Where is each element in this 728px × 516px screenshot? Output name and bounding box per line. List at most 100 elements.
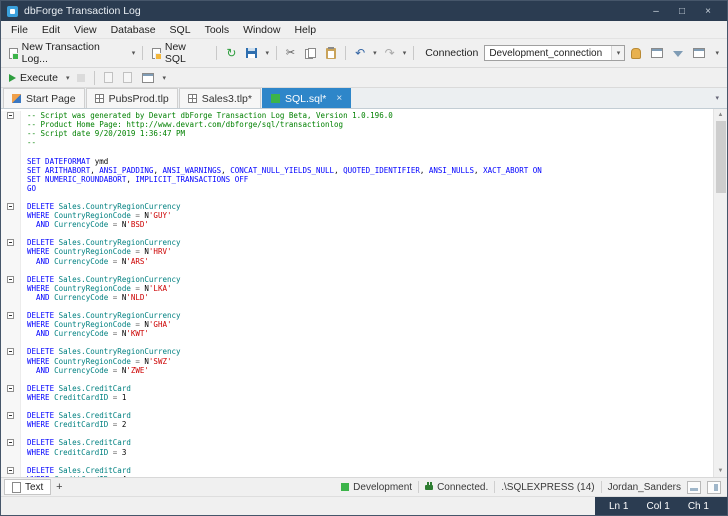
code-line[interactable]: WHERE CountryRegionCode = N'GHA' (1, 320, 713, 329)
fold-marker[interactable] (1, 466, 21, 475)
code-line[interactable]: DELETE Sales.CreditCard (1, 466, 713, 475)
menu-help[interactable]: Help (287, 22, 323, 38)
refresh-button[interactable]: ↻ (222, 45, 240, 61)
code-line[interactable]: WHERE CountryRegionCode = N'GUY' (1, 211, 713, 220)
tab-pubsprod-tlp[interactable]: PubsProd.tlp (86, 88, 178, 108)
status-server[interactable]: .\SQLEXPRESS (14) (501, 482, 594, 493)
code-line[interactable]: AND CurrencyCode = N'KWT' (1, 329, 713, 338)
code-line[interactable]: DELETE Sales.CreditCard (1, 438, 713, 447)
tab-sales3-tlp[interactable]: Sales3.tlp* (179, 88, 261, 108)
fold-marker[interactable] (1, 275, 21, 284)
menu-view[interactable]: View (67, 22, 104, 38)
code-line[interactable]: WHERE CreditCardID = 1 (1, 393, 713, 402)
filter-button[interactable] (669, 47, 687, 59)
fold-marker[interactable] (1, 347, 21, 356)
status-connection[interactable]: Development (341, 482, 412, 493)
code-line[interactable]: -- Script was generated by Devart dbForg… (1, 111, 713, 120)
connection-combobox-arrow-icon[interactable]: ▾ (611, 46, 624, 60)
collapse-icon[interactable] (7, 467, 14, 474)
new-transaction-log-button[interactable]: New Transaction Log... (5, 39, 128, 67)
code-line[interactable]: DELETE Sales.CountryRegionCurrency (1, 275, 713, 284)
fold-marker[interactable] (1, 411, 21, 420)
code-line[interactable] (1, 302, 713, 311)
new-sql-button[interactable]: New SQL (148, 39, 211, 67)
menu-file[interactable]: File (4, 22, 35, 38)
code-line[interactable]: WHERE CountryRegionCode = N'SWZ' (1, 357, 713, 366)
code-line[interactable]: SET NUMERIC_ROUNDABORT, IMPLICIT_TRANSAC… (1, 175, 713, 184)
stop-button[interactable] (73, 72, 89, 84)
collapse-icon[interactable] (7, 312, 14, 319)
code-line[interactable] (1, 229, 713, 238)
collapse-icon[interactable] (7, 439, 14, 446)
fold-marker[interactable] (1, 238, 21, 247)
code-line[interactable]: WHERE CreditCardID = 2 (1, 420, 713, 429)
query-options-button[interactable] (138, 71, 158, 85)
code-line[interactable]: DELETE Sales.CreditCard (1, 384, 713, 393)
code-line[interactable]: WHERE CountryRegionCode = N'LKA' (1, 284, 713, 293)
menu-tools[interactable]: Tools (198, 22, 237, 38)
scroll-down-icon[interactable]: ▼ (718, 466, 724, 476)
code-line[interactable]: AND CurrencyCode = N'BSD' (1, 220, 713, 229)
code-line[interactable]: DELETE Sales.CountryRegionCurrency (1, 238, 713, 247)
collapse-icon[interactable] (7, 112, 14, 119)
code-line[interactable] (1, 457, 713, 466)
copy-button[interactable] (301, 46, 320, 61)
close-button[interactable]: × (695, 1, 721, 21)
minimize-button[interactable]: – (643, 1, 669, 21)
code-line[interactable] (1, 266, 713, 275)
code-line[interactable]: AND CurrencyCode = N'ARS' (1, 257, 713, 266)
code-line[interactable]: AND CurrencyCode = N'ZWE' (1, 366, 713, 375)
new-transaction-log-dropdown[interactable]: ▾ (130, 47, 138, 59)
menu-sql[interactable]: SQL (163, 22, 198, 38)
save-dropdown[interactable]: ▾ (263, 47, 271, 59)
query-options-dropdown[interactable]: ▾ (160, 72, 168, 84)
code-line[interactable]: -- Script date 9/20/2019 1:36:47 PM (1, 129, 713, 138)
save-button[interactable] (242, 46, 261, 60)
collapse-icon[interactable] (7, 239, 14, 246)
code-line[interactable]: AND CurrencyCode = N'NLD' (1, 293, 713, 302)
fold-marker[interactable] (1, 311, 21, 320)
undo-button[interactable]: ↶ (351, 45, 369, 61)
layout-button[interactable] (689, 46, 709, 60)
tab-start-page[interactable]: Start Page (3, 88, 85, 108)
collapse-icon[interactable] (7, 203, 14, 210)
code-line[interactable] (1, 402, 713, 411)
fold-marker[interactable] (1, 202, 21, 211)
code-line[interactable]: GO (1, 184, 713, 193)
code-line[interactable]: SET ARITHABORT, ANSI_PADDING, ANSI_WARNI… (1, 166, 713, 175)
menu-window[interactable]: Window (236, 22, 287, 38)
collapse-icon[interactable] (7, 348, 14, 355)
code-line[interactable]: DELETE Sales.CountryRegionCurrency (1, 202, 713, 211)
dock-right-button[interactable] (707, 481, 721, 494)
connection-combobox[interactable]: Development_connection ▾ (484, 45, 625, 61)
code-line[interactable]: -- (1, 138, 713, 147)
code-line[interactable]: WHERE CountryRegionCode = N'HRV' (1, 247, 713, 256)
code-line[interactable]: WHERE CreditCardID = 3 (1, 447, 713, 456)
fold-marker[interactable] (1, 111, 21, 120)
execute-dropdown[interactable]: ▾ (64, 72, 72, 84)
fold-marker[interactable] (1, 438, 21, 447)
collapse-icon[interactable] (7, 412, 14, 419)
collapse-icon[interactable] (7, 276, 14, 283)
status-user[interactable]: Jordan_Sanders (608, 482, 681, 493)
code-line[interactable]: DELETE Sales.CountryRegionCurrency (1, 347, 713, 356)
toolbar-overflow-button[interactable]: ▾ (713, 47, 721, 59)
paste-button[interactable] (322, 46, 340, 61)
code-line[interactable]: -- Product Home Page: http://www.devart.… (1, 120, 713, 129)
menu-database[interactable]: Database (104, 22, 163, 38)
redo-button[interactable]: ↷ (381, 45, 399, 61)
vertical-scrollbar[interactable]: ▲ ▼ (713, 109, 727, 477)
code-line[interactable] (1, 429, 713, 438)
redo-dropdown[interactable]: ▾ (401, 47, 409, 59)
database-connect-button[interactable] (627, 46, 645, 61)
tab-sql-sql[interactable]: SQL.sql*× (262, 88, 351, 108)
tab-list-dropdown[interactable]: ▾ (715, 94, 727, 108)
code-line[interactable] (1, 193, 713, 202)
collapse-icon[interactable] (7, 385, 14, 392)
scroll-up-icon[interactable]: ▲ (718, 110, 724, 120)
dock-bottom-button[interactable] (687, 481, 701, 494)
new-window-button[interactable] (647, 46, 667, 60)
code-line[interactable] (1, 375, 713, 384)
execute-button[interactable]: Execute (5, 70, 62, 86)
menu-edit[interactable]: Edit (35, 22, 67, 38)
